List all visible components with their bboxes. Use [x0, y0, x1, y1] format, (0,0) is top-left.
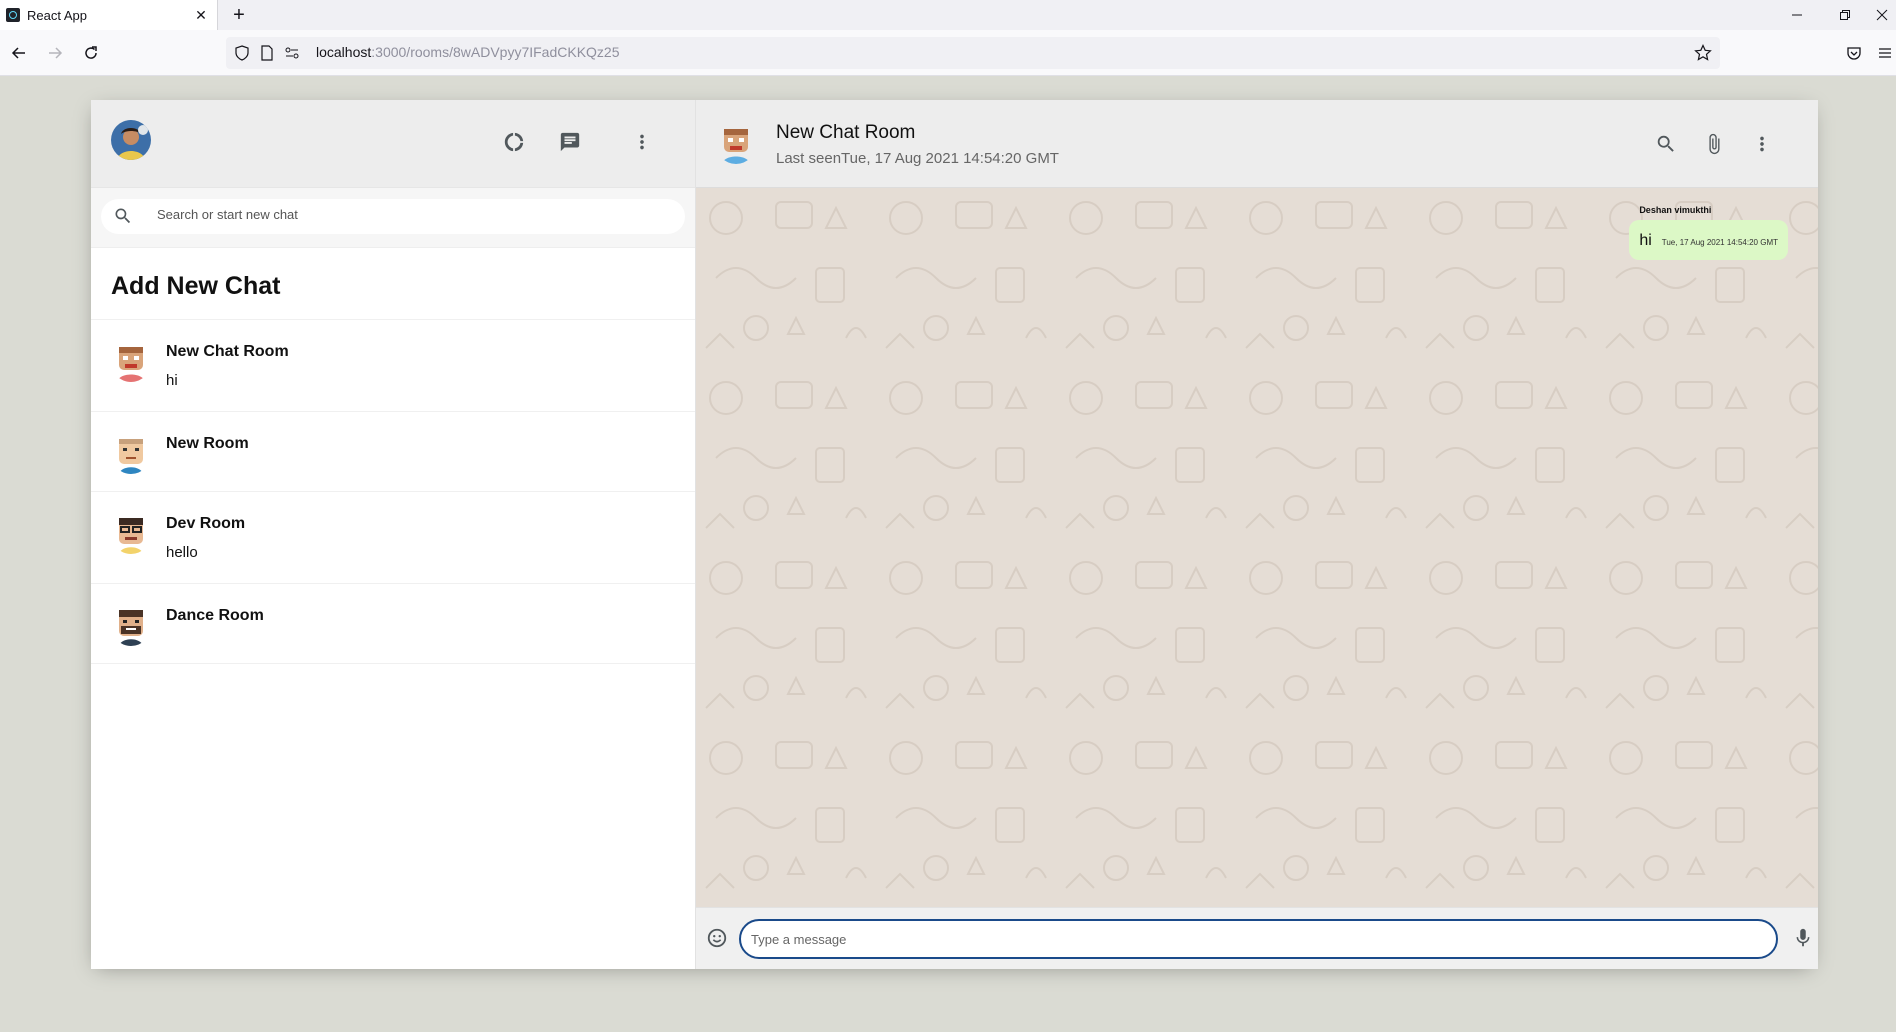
room-name: New Room [166, 435, 249, 452]
donut-large-icon[interactable] [502, 130, 526, 154]
chat-footer [696, 907, 1818, 969]
react-favicon-icon [6, 8, 20, 22]
user-avatar[interactable] [111, 120, 151, 160]
attach-file-icon[interactable] [1702, 132, 1726, 156]
search-icon [113, 206, 133, 231]
sidebar-chat-item[interactable]: Dev Room hello [91, 492, 695, 584]
app-menu-icon[interactable] [1874, 42, 1896, 64]
sidebar-chat-item[interactable]: New Room [91, 412, 695, 492]
room-last-message: hi [166, 372, 178, 389]
new-tab-icon[interactable]: + [229, 5, 249, 25]
add-new-chat[interactable]: Add New Chat [91, 248, 695, 320]
sidebar-search [91, 188, 695, 248]
message-timestamp: Tue, 17 Aug 2021 14:54:20 GMT [1661, 238, 1778, 247]
tab-title: React App [27, 7, 87, 23]
chat-room-title: New Chat Room [776, 122, 916, 143]
chat-panel: New Chat Room Last seenTue, 17 Aug 2021 … [696, 100, 1818, 969]
browser-tab[interactable]: React App ✕ [0, 0, 218, 30]
room-name: Dev Room [166, 515, 246, 532]
page-icon[interactable] [260, 45, 274, 66]
room-name: Dance Room [166, 607, 264, 624]
mic-icon[interactable] [1792, 927, 1814, 954]
search-icon[interactable] [1654, 132, 1678, 156]
message-text: hi [1639, 232, 1652, 249]
add-new-chat-label: Add New Chat [111, 272, 281, 300]
chat-body[interactable]: Deshan vimukthi hi Tue, 17 Aug 2021 14:5… [696, 188, 1818, 907]
restore-icon[interactable] [1822, 0, 1868, 30]
room-last-message: hello [166, 544, 198, 561]
bookmark-star-icon[interactable] [1694, 44, 1712, 67]
chat-header: New Chat Room Last seenTue, 17 Aug 2021 … [696, 100, 1818, 188]
permissions-icon[interactable] [284, 45, 300, 66]
url-host: localhost [316, 44, 372, 60]
sidebar-chat-item[interactable]: New Chat Room hi [91, 320, 695, 412]
sidebar-chat-item[interactable]: Dance Room [91, 584, 695, 664]
emoji-icon[interactable] [706, 927, 728, 954]
chat-icon[interactable] [558, 130, 582, 154]
browser-tab-bar: React App ✕ + [0, 0, 1896, 30]
minimize-icon[interactable] [1774, 0, 1820, 30]
room-avatar [111, 606, 151, 646]
reload-icon[interactable] [80, 42, 102, 64]
browser-nav-bar: localhost:3000/rooms/8wADVpyy7IFadCKKQz2… [0, 30, 1896, 76]
sidebar: Add New Chat New Chat Room hi [91, 100, 696, 969]
forward-icon[interactable] [44, 42, 66, 64]
url-bar[interactable]: localhost:3000/rooms/8wADVpyy7IFadCKKQz2… [226, 37, 1720, 69]
shield-icon[interactable] [234, 45, 250, 66]
room-avatar [111, 434, 151, 474]
chat-message-sent: Deshan vimukthi hi Tue, 17 Aug 2021 14:5… [1629, 205, 1788, 260]
chat-wallpaper-pattern [696, 188, 1818, 907]
more-vert-icon[interactable] [630, 130, 654, 154]
room-name: New Chat Room [166, 343, 289, 360]
pocket-icon[interactable] [1843, 42, 1865, 64]
sidebar-header [91, 100, 695, 188]
search-input[interactable] [157, 207, 657, 222]
url-text[interactable]: localhost:3000/rooms/8wADVpyy7IFadCKKQz2… [316, 44, 620, 60]
chat-app: Add New Chat New Chat Room hi [91, 100, 1818, 969]
room-avatar [111, 514, 151, 554]
close-tab-icon[interactable]: ✕ [193, 7, 209, 23]
back-icon[interactable] [8, 42, 30, 64]
close-window-icon[interactable] [1868, 0, 1896, 30]
room-avatar [111, 342, 151, 382]
url-path: :3000/rooms/8wADVpyy7IFadCKKQz25 [371, 44, 620, 60]
chat-avatar[interactable] [716, 124, 756, 164]
search-container [101, 199, 685, 234]
last-seen-text: Last seenTue, 17 Aug 2021 14:54:20 GMT [776, 150, 1059, 167]
more-vert-icon[interactable] [1750, 132, 1774, 156]
message-sender: Deshan vimukthi [1639, 205, 1712, 215]
message-input[interactable] [739, 919, 1778, 959]
